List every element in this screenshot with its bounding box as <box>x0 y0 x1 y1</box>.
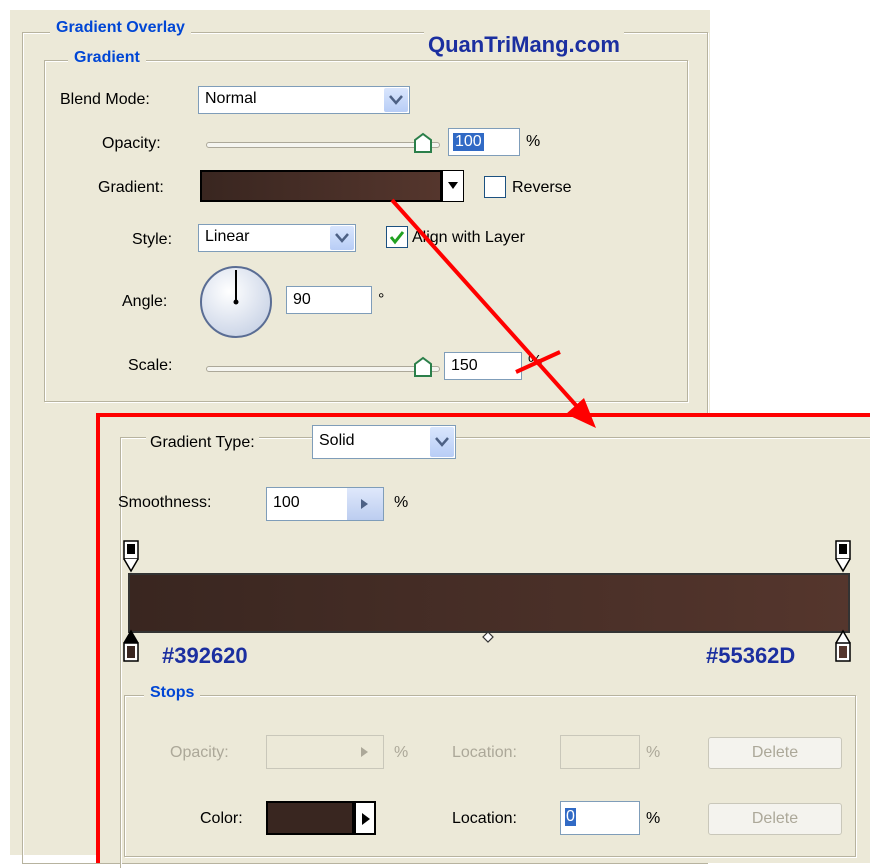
annotation-arrow <box>390 198 596 428</box>
